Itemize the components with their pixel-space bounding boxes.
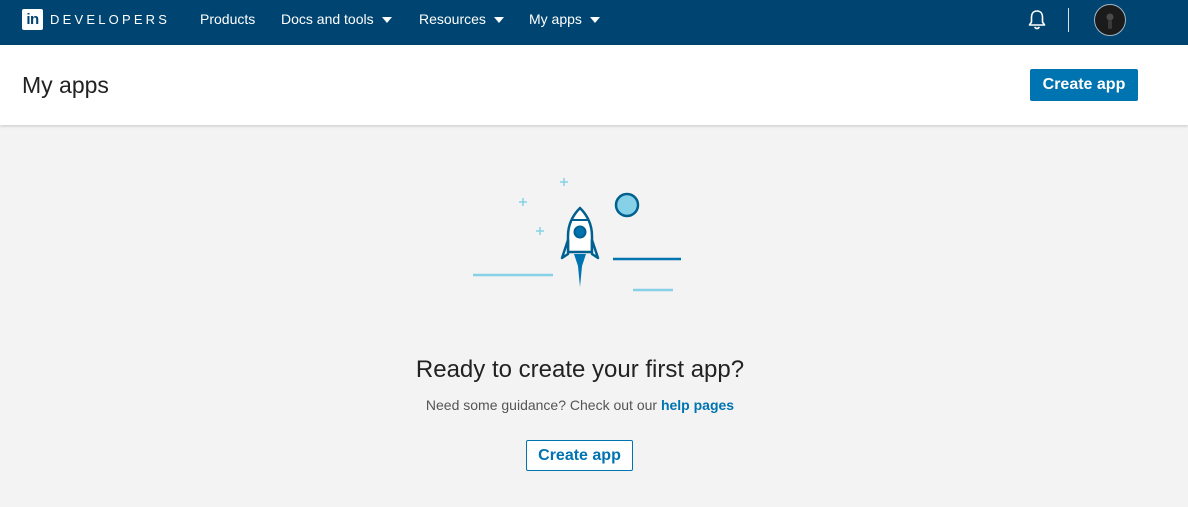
create-app-secondary-button[interactable]: Create app (526, 440, 633, 471)
nav-item-label: Docs and tools (281, 11, 374, 27)
empty-state-subtitle: Need some guidance? Check out our help p… (0, 397, 1160, 413)
nav-divider (1068, 8, 1069, 32)
brand-name[interactable]: DEVELOPERS (50, 12, 170, 27)
linkedin-logo[interactable]: in (22, 9, 43, 30)
nav-item-label: Resources (419, 11, 486, 27)
nav-item-resources[interactable]: Resources (419, 11, 504, 27)
chevron-down-icon (493, 17, 504, 23)
create-app-button[interactable]: Create app (1030, 69, 1138, 101)
top-navigation-bar: in DEVELOPERS Products Docs and tools Re… (0, 0, 1188, 45)
bell-icon[interactable] (1027, 9, 1047, 31)
page-header: My apps Create app (0, 45, 1188, 125)
nav-item-label: My apps (529, 11, 582, 27)
avatar[interactable] (1094, 4, 1126, 36)
empty-state-title: Ready to create your first app? (415, 356, 745, 383)
subtitle-text: Need some guidance? Check out our (425, 397, 658, 413)
nav-item-docs-and-tools[interactable]: Docs and tools (281, 11, 392, 27)
nav-item-my-apps[interactable]: My apps (529, 11, 600, 27)
help-pages-link[interactable]: help pages (661, 397, 734, 413)
chevron-down-icon (589, 17, 600, 23)
rocket-illustration (470, 172, 685, 292)
nav-item-label: Products (200, 11, 256, 27)
page-title: My apps (22, 72, 109, 98)
nav-item-products[interactable]: Products (200, 11, 255, 27)
chevron-down-icon (381, 17, 392, 23)
